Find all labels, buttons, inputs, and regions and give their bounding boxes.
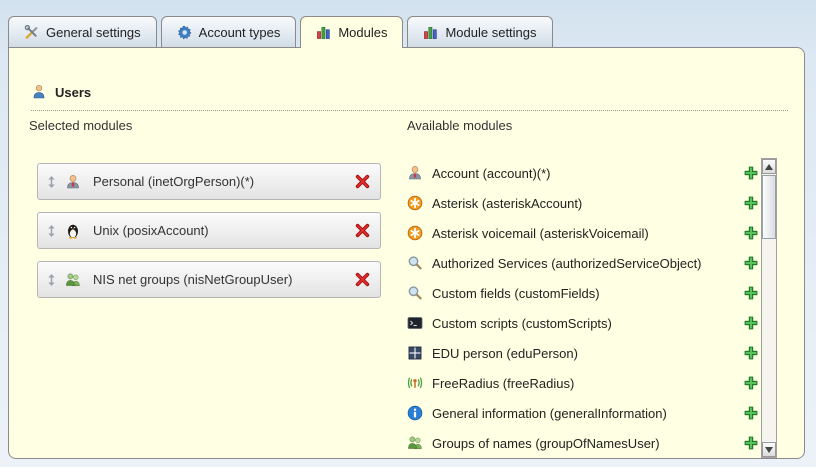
add-icon [743,315,759,331]
tab-general-settings[interactable]: General settings [8,16,157,47]
group-icon [65,272,81,288]
remove-module-button[interactable] [354,222,371,239]
drag-handle-icon[interactable] [47,175,56,189]
scrollbar[interactable] [761,158,777,458]
add-icon [743,225,759,241]
selected-module-item[interactable]: Personal (inetOrgPerson)(*) [37,163,381,200]
available-modules-label: Available modules [407,118,512,133]
add-module-button[interactable] [743,285,759,301]
tab-account-types[interactable]: Account types [161,16,297,47]
selected-module-label: NIS net groups (nisNetGroupUser) [93,272,354,287]
terminal-icon [407,315,423,331]
add-module-button[interactable] [743,225,759,241]
section-title: Users [55,85,91,100]
penguin-icon [65,223,81,239]
available-module-label: Authorized Services (authorizedServiceOb… [432,256,734,271]
add-module-button[interactable] [743,195,759,211]
available-module-row: Asterisk (asteriskAccount) [407,188,759,218]
magnifier-icon [407,255,423,271]
available-module-label: Groups of names (groupOfNamesUser) [432,436,734,451]
delete-icon [354,173,371,190]
down-arrow-icon [765,447,773,453]
add-module-button[interactable] [743,375,759,391]
radio-icon [407,375,423,391]
person-icon [65,174,81,190]
users-section-heading: Users [31,84,788,111]
available-module-row: EDU person (eduPerson) [407,338,759,368]
available-module-row: Groups of names (groupOfNamesUser) [407,428,759,458]
remove-module-button[interactable] [354,271,371,288]
available-module-label: Account (account)(*) [432,166,734,181]
available-module-row: Custom fields (customFields) [407,278,759,308]
tab-label: Modules [338,25,387,40]
asterisk-icon [407,225,423,241]
chart-icon [423,25,438,40]
available-module-label: EDU person (eduPerson) [432,346,734,361]
drag-handle-icon[interactable] [47,273,56,287]
selected-module-item[interactable]: Unix (posixAccount) [37,212,381,249]
add-module-button[interactable] [743,345,759,361]
scroll-thumb[interactable] [762,175,776,239]
selected-modules-list: Personal (inetOrgPerson)(*) Unix (posixA… [37,163,381,310]
tab-modules[interactable]: Modules [300,16,403,48]
available-module-label: Custom fields (customFields) [432,286,734,301]
available-module-row: Authorized Services (authorizedServiceOb… [407,248,759,278]
user-icon [31,84,47,100]
add-icon [743,405,759,421]
tab-label: General settings [46,25,141,40]
add-icon [743,255,759,271]
add-module-button[interactable] [743,435,759,451]
available-module-label: FreeRadius (freeRadius) [432,376,734,391]
magnifier-icon [407,285,423,301]
available-module-label: Custom scripts (customScripts) [432,316,734,331]
remove-module-button[interactable] [354,173,371,190]
person-icon [407,165,423,181]
info-icon [407,405,423,421]
chart-icon [316,25,331,40]
tools-icon [24,25,39,40]
available-module-row: Account (account)(*) [407,158,759,188]
tab-module-settings[interactable]: Module settings [407,16,552,47]
add-module-button[interactable] [743,165,759,181]
available-module-row: Custom scripts (customScripts) [407,308,759,338]
add-module-button[interactable] [743,315,759,331]
gear-icon [177,25,192,40]
add-icon [743,195,759,211]
available-module-label: Asterisk (asteriskAccount) [432,196,734,211]
add-module-button[interactable] [743,405,759,421]
delete-icon [354,271,371,288]
edu-grid-icon [407,345,423,361]
scroll-up-button[interactable] [762,159,776,174]
group-icon [407,435,423,451]
up-arrow-icon [765,164,773,170]
available-module-row: Asterisk voicemail (asteriskVoicemail) [407,218,759,248]
selected-module-label: Unix (posixAccount) [93,223,354,238]
available-module-label: Asterisk voicemail (asteriskVoicemail) [432,226,734,241]
available-module-row: FreeRadius (freeRadius) [407,368,759,398]
add-icon [743,435,759,451]
available-modules-list: Account (account)(*) Asterisk (asteriskA… [407,158,759,458]
delete-icon [354,222,371,239]
scroll-down-button[interactable] [762,442,776,457]
available-module-row: General information (generalInformation) [407,398,759,428]
add-icon [743,345,759,361]
drag-handle-icon[interactable] [47,224,56,238]
add-icon [743,165,759,181]
add-icon [743,375,759,391]
add-module-button[interactable] [743,255,759,271]
tab-label: Account types [199,25,281,40]
available-module-label: General information (generalInformation) [432,406,734,421]
add-icon [743,285,759,301]
tab-label: Module settings [445,25,536,40]
selected-modules-label: Selected modules [29,118,132,133]
tab-bar: General settings Account types Modules M… [8,16,553,47]
selected-module-item[interactable]: NIS net groups (nisNetGroupUser) [37,261,381,298]
asterisk-icon [407,195,423,211]
content-panel: Users Selected modules Available modules… [8,47,805,459]
selected-module-label: Personal (inetOrgPerson)(*) [93,174,354,189]
